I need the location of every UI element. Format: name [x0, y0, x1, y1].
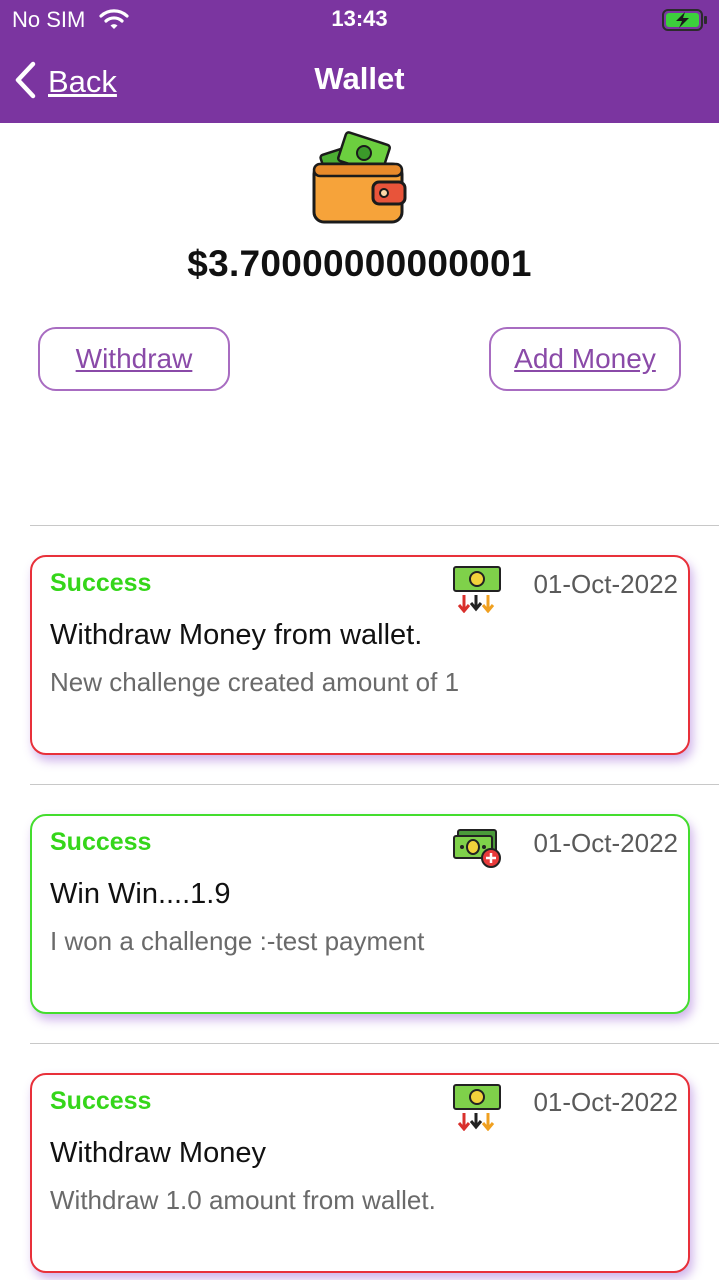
transaction-status: Success — [50, 1087, 152, 1115]
transaction-description: Withdraw 1.0 amount from wallet. — [50, 1185, 436, 1215]
transaction-status: Success — [50, 569, 152, 597]
withdraw-button-label: Withdraw — [75, 343, 193, 374]
transaction-card[interactable]: Success 01-Oct-2022 Win Win....1.9 I won… — [30, 814, 690, 1014]
transaction-title: Withdraw Money — [50, 1137, 266, 1169]
transaction-title: Win Win....1.9 — [50, 878, 231, 910]
transaction-date: 01-Oct-2022 — [533, 1087, 678, 1117]
cash-withdraw-icon — [452, 561, 502, 618]
wallet-icon — [311, 126, 409, 231]
cash-add-icon — [452, 820, 502, 873]
divider — [30, 525, 719, 526]
wallet-screen: No SIM 13:43 Back Wallet $3.700000000000… — [0, 0, 719, 1280]
divider — [30, 1043, 719, 1044]
transaction-description: New challenge created amount of 1 — [50, 667, 460, 697]
transaction-date: 01-Oct-2022 — [533, 569, 678, 599]
transaction-card[interactable]: Success 01-Oct-2022 Withdraw Money Withd… — [30, 1073, 690, 1273]
page-title: Wallet — [314, 61, 405, 96]
navigation-bar: Back Wallet — [0, 48, 719, 114]
clock: 13:43 — [331, 6, 388, 31]
transaction-status: Success — [50, 828, 152, 856]
divider — [30, 784, 719, 785]
add-money-button-label: Add Money — [514, 343, 656, 374]
transaction-card[interactable]: Success 01-Oct-2022 Withdraw Money from … — [30, 555, 690, 755]
battery-charging-icon — [662, 8, 708, 37]
add-money-button[interactable]: Add Money — [489, 327, 681, 391]
transaction-date: 01-Oct-2022 — [533, 828, 678, 858]
cash-withdraw-icon — [452, 1079, 502, 1136]
withdraw-button[interactable]: Withdraw — [38, 327, 230, 391]
wallet-balance: $3.70000000000001 — [187, 243, 532, 284]
transaction-title: Withdraw Money from wallet. — [50, 619, 423, 651]
transaction-description: I won a challenge :-test payment — [50, 926, 425, 956]
header: No SIM 13:43 Back Wallet — [0, 0, 719, 123]
status-bar: No SIM 13:43 — [0, 0, 719, 40]
